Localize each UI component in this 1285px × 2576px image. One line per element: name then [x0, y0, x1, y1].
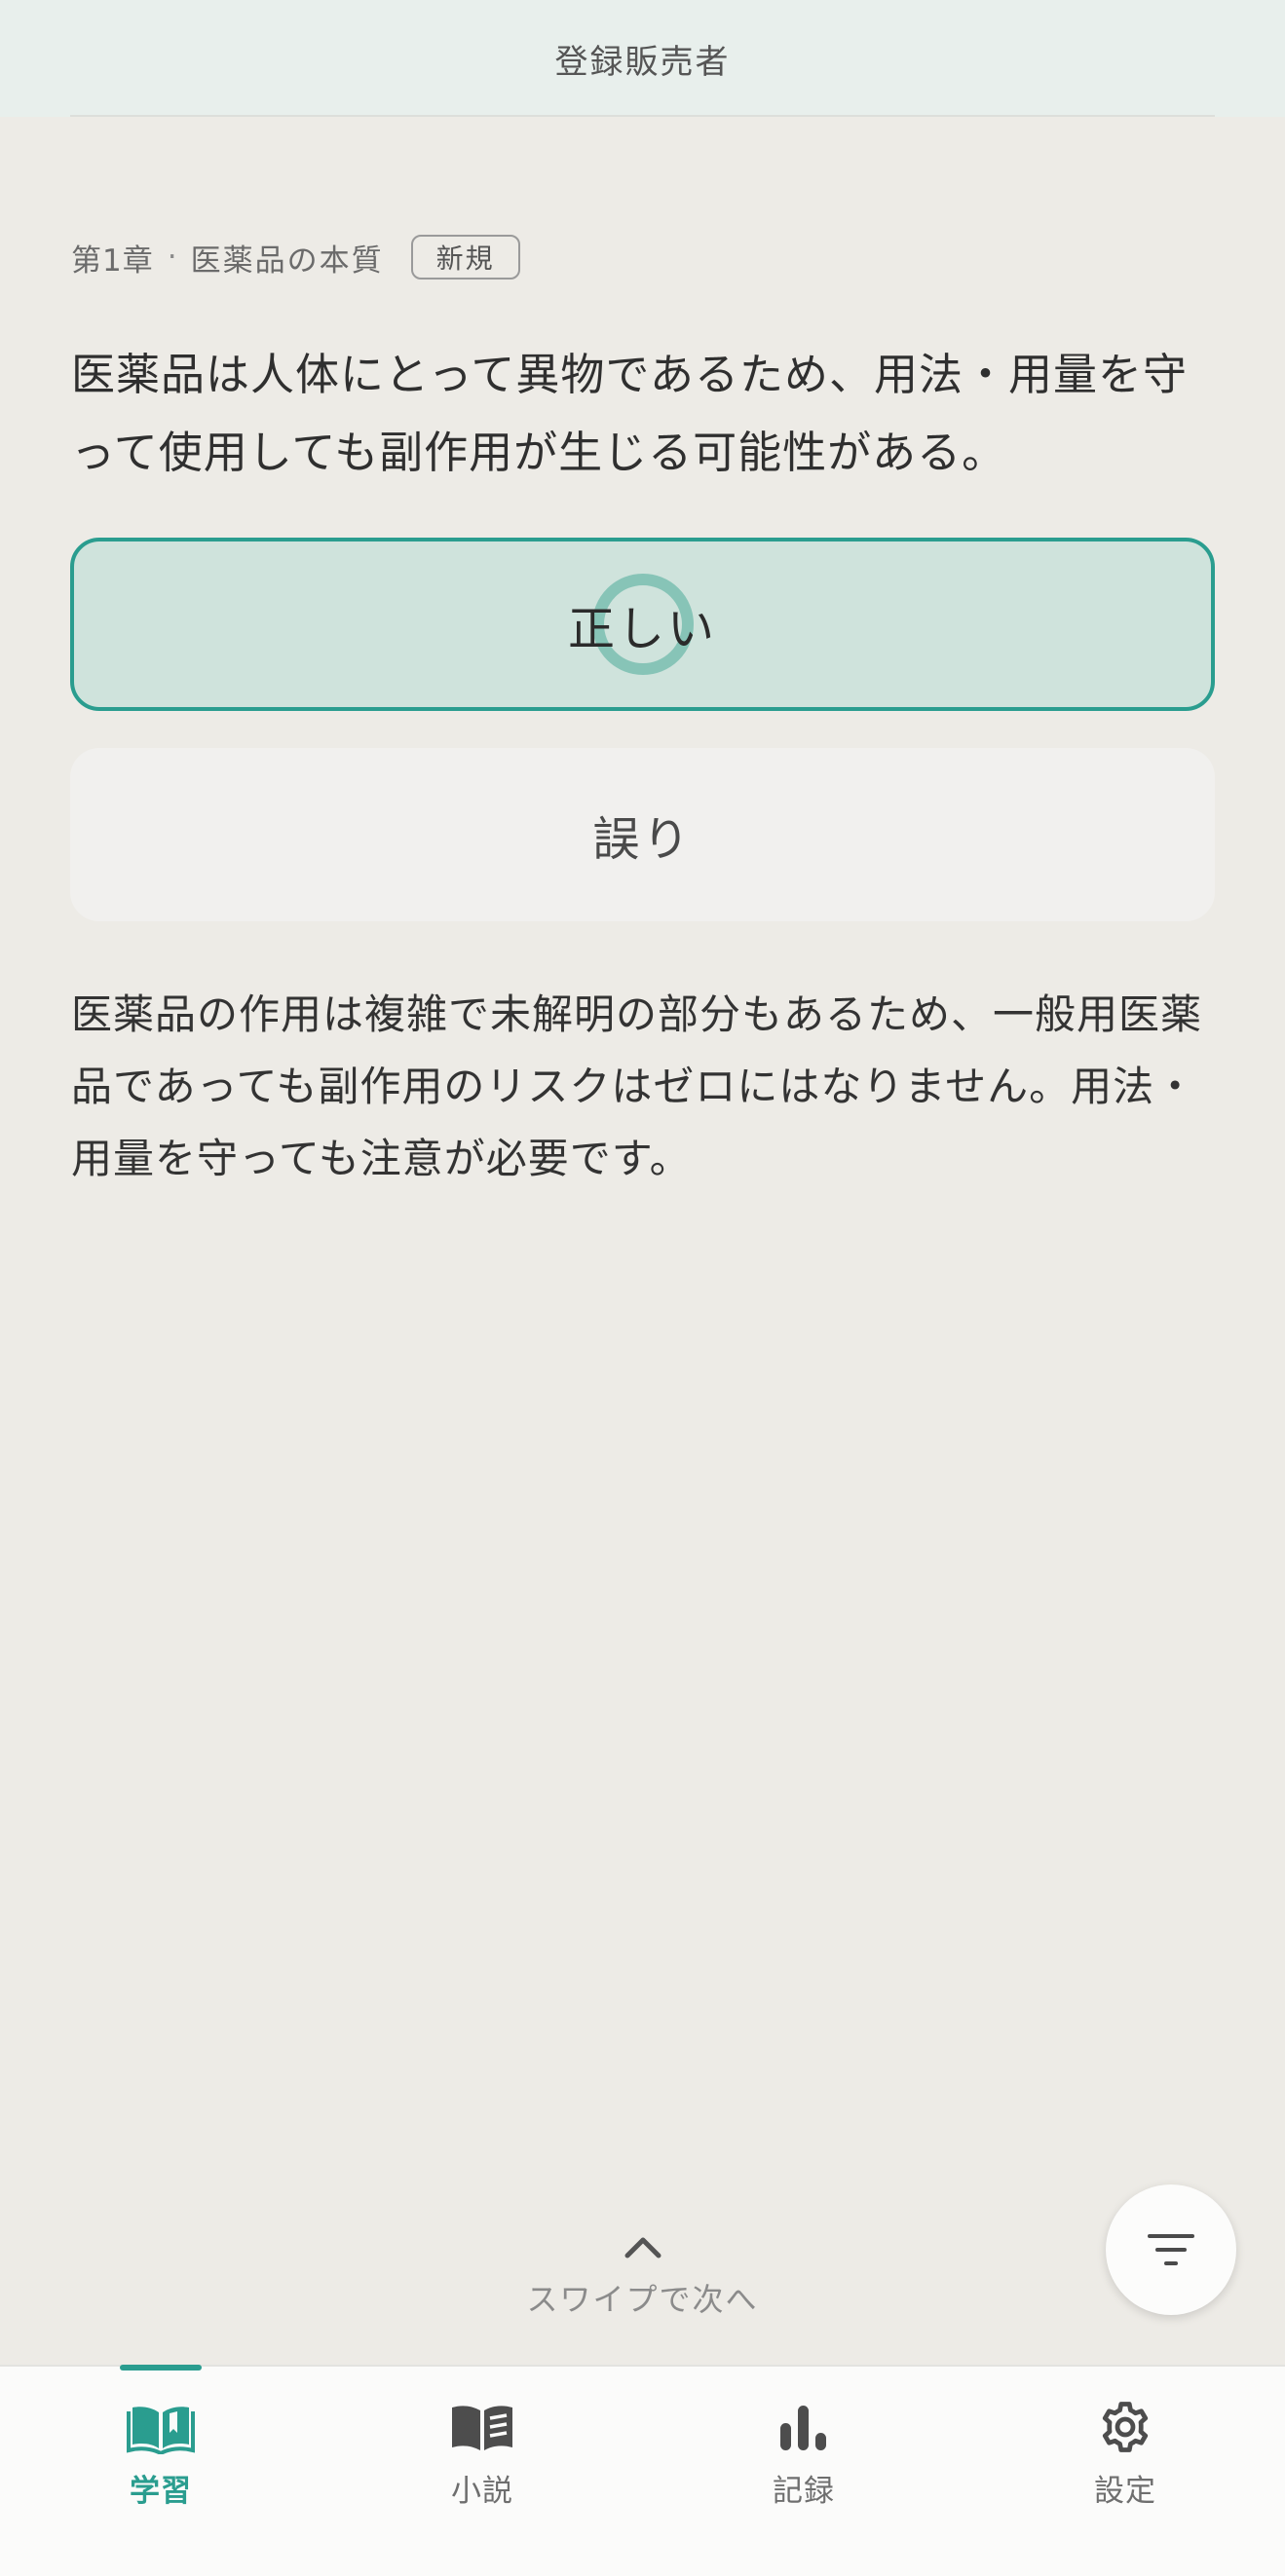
novel-icon	[452, 2406, 512, 2450]
nav-item-study[interactable]: 学習	[34, 2365, 287, 2522]
nav-item-settings[interactable]: 設定	[999, 2367, 1252, 2522]
nav-label-settings: 設定	[1094, 2474, 1156, 2509]
active-tab-indicator	[120, 2365, 202, 2371]
status-badge: 新規	[410, 235, 520, 280]
bar-chart-icon	[780, 2406, 826, 2450]
question-text: 医薬品は人体にとって異物であるため、用法・用量を守って使用しても副作用が生じる可…	[71, 349, 1188, 478]
book-open-icon	[127, 2407, 195, 2454]
chevron-up-icon	[624, 2237, 661, 2259]
chapter-label: 第1章	[71, 243, 154, 279]
swipe-hint-label: スワイプで次へ	[526, 2281, 759, 2318]
answer-false-button[interactable]: 誤り	[70, 748, 1215, 921]
answer-true-button[interactable]: 正しい	[70, 538, 1215, 711]
nav-label-novel: 小説	[451, 2474, 513, 2509]
nav-item-novel[interactable]: 小説	[356, 2367, 609, 2522]
question-meta: 第1章 · 医薬品の本質 新規	[71, 232, 520, 282]
swipe-hint[interactable]: スワイプで次へ	[0, 2221, 1285, 2328]
header-divider	[70, 115, 1215, 117]
nav-label-records: 記録	[773, 2474, 835, 2509]
nav-label-study: 学習	[130, 2474, 192, 2509]
quiz-screen: 登録販売者 第1章 · 医薬品の本質 新規 医薬品は人体にとって異物であるため、…	[0, 0, 1285, 2576]
answer-false-label: 誤り	[592, 812, 693, 867]
header-title: 登録販売者	[554, 42, 731, 82]
bottom-nav: 学習 小説 記録 設定	[0, 2365, 1285, 2576]
answer-true-label: 正しい	[567, 602, 717, 656]
section-label: 医薬品の本質	[190, 243, 384, 279]
app-header: 登録販売者	[0, 0, 1285, 117]
nav-item-records[interactable]: 記録	[677, 2367, 930, 2522]
filter-button[interactable]	[1106, 2184, 1236, 2315]
explanation-text: 医薬品の作用は複雑で未解明の部分もあるため、一般用医薬品であっても副作用のリスク…	[71, 990, 1203, 1182]
filter-icon	[1148, 2234, 1194, 2265]
meta-separator: ·	[167, 240, 177, 275]
gear-icon	[1102, 2402, 1149, 2452]
